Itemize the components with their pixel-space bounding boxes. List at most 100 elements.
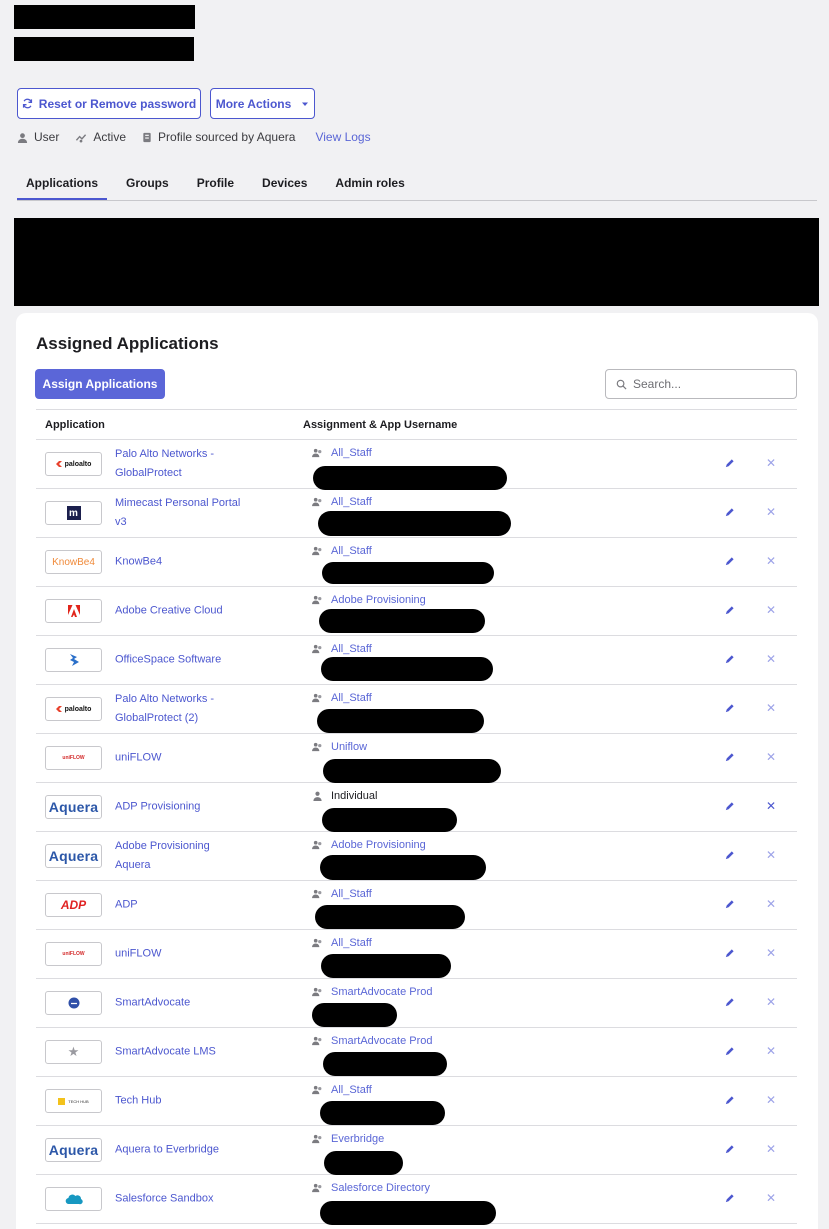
assignment-group-link[interactable]: All_Staff <box>312 496 372 508</box>
assignment-group-link[interactable]: SmartAdvocate Prod <box>312 1035 433 1047</box>
assignment-group-link[interactable]: All_Staff <box>312 545 372 557</box>
app-name-link[interactable]: Salesforce Sandbox <box>115 1190 245 1209</box>
table-row: ★ SmartAdvocate LMS SmartAdvocate Prod ✕ <box>36 1028 797 1077</box>
group-icon <box>312 987 322 997</box>
app-name-link[interactable]: Mimecast Personal Portal v3 <box>115 494 245 532</box>
app-name-link[interactable]: Adobe Provisioning Aquera <box>115 837 245 875</box>
edit-icon[interactable] <box>724 899 735 910</box>
app-name-link[interactable]: SmartAdvocate LMS <box>115 1043 245 1062</box>
remove-icon[interactable]: ✕ <box>766 750 776 764</box>
remove-icon[interactable]: ✕ <box>766 995 776 1009</box>
app-name-link[interactable]: Palo Alto Networks - GlobalProtect <box>115 445 245 483</box>
edit-icon[interactable] <box>724 801 735 812</box>
assignment-group-link[interactable]: Uniflow <box>312 741 367 753</box>
edit-icon[interactable] <box>724 948 735 959</box>
redacted-username <box>320 1201 496 1225</box>
edit-icon[interactable] <box>724 556 735 567</box>
tab-admin-roles[interactable]: Admin roles <box>326 168 413 200</box>
remove-icon[interactable]: ✕ <box>766 505 776 519</box>
assignment-group-link[interactable]: Salesforce Directory <box>312 1182 430 1194</box>
remove-icon[interactable]: ✕ <box>766 1191 776 1205</box>
app-name-link[interactable]: uniFLOW <box>115 749 245 768</box>
assign-applications-button[interactable]: Assign Applications <box>35 369 165 399</box>
edit-icon[interactable] <box>724 997 735 1008</box>
app-name-link[interactable]: uniFLOW <box>115 945 245 964</box>
remove-icon[interactable]: ✕ <box>766 897 776 911</box>
aquera-logo: Aquera <box>45 795 102 819</box>
edit-icon[interactable] <box>724 507 735 518</box>
assignment-group-link[interactable]: All_Staff <box>312 1084 372 1096</box>
user-meta-row: User Active Profile sourced by Aquera Vi… <box>17 130 371 144</box>
view-logs-link[interactable]: View Logs <box>315 130 370 144</box>
edit-icon[interactable] <box>724 703 735 714</box>
status-label: Active <box>93 130 127 144</box>
app-name-link[interactable]: OfficeSpace Software <box>115 651 245 670</box>
edit-icon[interactable] <box>724 1046 735 1057</box>
app-name-link[interactable]: KnowBe4 <box>115 553 245 572</box>
app-name-link[interactable]: Tech Hub <box>115 1092 245 1111</box>
table-row: paloalto Palo Alto Networks - GlobalProt… <box>36 685 797 734</box>
table-row: KnowBe4 KnowBe4 All_Staff ✕ <box>36 538 797 587</box>
redacted-username <box>319 609 485 633</box>
column-header-assignment: Assignment & App Username <box>303 418 458 431</box>
assignment-group-link[interactable]: All_Staff <box>312 447 372 459</box>
edit-icon[interactable] <box>724 654 735 665</box>
more-actions-label: More Actions <box>215 96 292 111</box>
app-name-link[interactable]: Aquera to Everbridge <box>115 1141 245 1160</box>
assignment-group-link[interactable]: All_Staff <box>312 643 372 655</box>
aquera-logo: Aquera <box>45 844 102 868</box>
redacted-username <box>321 954 451 978</box>
user-type-label: User <box>34 130 60 144</box>
assignment-group-link[interactable]: Adobe Provisioning <box>312 594 426 606</box>
edit-icon[interactable] <box>724 458 735 469</box>
edit-icon[interactable] <box>724 850 735 861</box>
remove-icon[interactable]: ✕ <box>766 456 776 470</box>
assignment-group-link[interactable]: All_Staff <box>312 937 372 949</box>
adp-logo: ADP <box>45 893 102 917</box>
remove-icon[interactable]: ✕ <box>766 1093 776 1107</box>
redacted-username <box>324 1151 403 1175</box>
edit-icon[interactable] <box>724 605 735 616</box>
remove-icon[interactable]: ✕ <box>766 848 776 862</box>
tab-profile[interactable]: Profile <box>188 168 243 200</box>
assignment-group-link[interactable]: SmartAdvocate Prod <box>312 986 433 998</box>
remove-icon[interactable]: ✕ <box>766 701 776 715</box>
remove-icon[interactable]: ✕ <box>766 603 776 617</box>
table-row: Aquera Adobe Provisioning Aquera Adobe P… <box>36 832 797 881</box>
user-tabs: Applications Groups Profile Devices Admi… <box>17 168 817 201</box>
assignment-group-link[interactable]: Everbridge <box>312 1133 384 1145</box>
table-row: m Mimecast Personal Portal v3 All_Staff … <box>36 489 797 538</box>
tab-devices[interactable]: Devices <box>253 168 316 200</box>
edit-icon[interactable] <box>724 1193 735 1204</box>
redacted-email <box>14 37 194 61</box>
remove-icon[interactable]: ✕ <box>766 799 776 813</box>
edit-icon[interactable] <box>724 1095 735 1106</box>
edit-icon[interactable] <box>724 752 735 763</box>
refresh-icon <box>22 98 32 109</box>
app-name-link[interactable]: Palo Alto Networks - GlobalProtect (2) <box>115 690 245 728</box>
remove-icon[interactable]: ✕ <box>766 1044 776 1058</box>
app-name-link[interactable]: SmartAdvocate <box>115 994 245 1013</box>
assignment-group-link[interactable]: All_Staff <box>312 888 372 900</box>
redacted-username <box>312 1003 397 1027</box>
app-name-link[interactable]: Adobe Creative Cloud <box>115 602 245 621</box>
remove-icon[interactable]: ✕ <box>766 554 776 568</box>
reset-password-button[interactable]: Reset or Remove password <box>17 88 201 119</box>
group-icon <box>312 1085 322 1095</box>
remove-icon[interactable]: ✕ <box>766 1142 776 1156</box>
redacted-username <box>317 709 484 733</box>
app-name-link[interactable]: ADP <box>115 896 245 915</box>
smartadvocate-logo <box>45 991 102 1015</box>
more-actions-button[interactable]: More Actions <box>210 88 315 119</box>
tab-applications[interactable]: Applications <box>17 168 108 200</box>
app-name-link[interactable]: ADP Provisioning <box>115 798 245 817</box>
assignment-group-link[interactable]: All_Staff <box>312 692 372 704</box>
remove-icon[interactable]: ✕ <box>766 946 776 960</box>
assignment-group-link[interactable]: Adobe Provisioning <box>312 839 426 851</box>
search-input[interactable] <box>633 377 783 391</box>
tab-groups[interactable]: Groups <box>117 168 178 200</box>
table-header: Application Assignment & App Username <box>36 409 797 440</box>
group-icon <box>312 1036 322 1046</box>
remove-icon[interactable]: ✕ <box>766 652 776 666</box>
edit-icon[interactable] <box>724 1144 735 1155</box>
